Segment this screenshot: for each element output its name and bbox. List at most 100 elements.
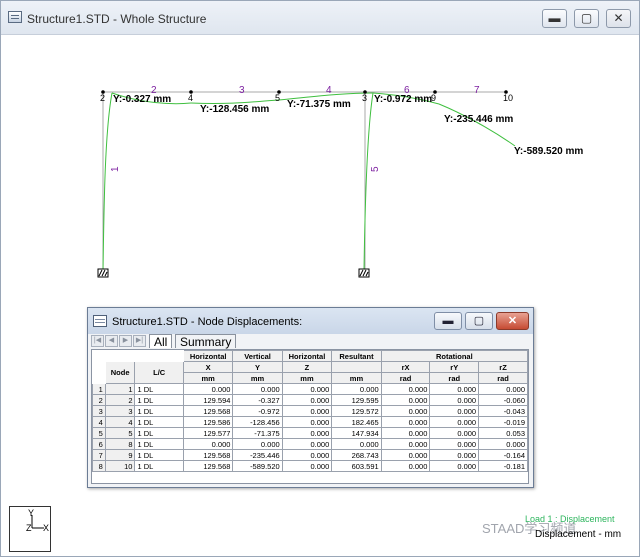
- cell-node[interactable]: 8: [104, 438, 136, 450]
- cell-lc[interactable]: 1 DL: [134, 438, 184, 450]
- cell-rz[interactable]: -0.060: [478, 394, 528, 406]
- cell-lc[interactable]: 1 DL: [134, 405, 184, 417]
- cell-ry[interactable]: 0.000: [429, 405, 480, 417]
- cell-x[interactable]: 129.586: [182, 416, 234, 428]
- column-header[interactable]: Y: [232, 361, 283, 373]
- cell-y[interactable]: 0.000: [232, 438, 283, 450]
- table-row[interactable]: 111 DL 0.000 0.000 0.000 0.000 0.000 0.000 0.00…: [92, 383, 528, 395]
- cell-lc[interactable]: 1 DL: [134, 427, 184, 439]
- cell-z[interactable]: 0.000: [281, 460, 333, 472]
- cell-res[interactable]: 0.000: [331, 383, 382, 395]
- cell-x[interactable]: 0.000: [182, 383, 234, 395]
- cell-z[interactable]: 0.000: [281, 405, 333, 417]
- cell-y[interactable]: -235.446: [232, 449, 283, 461]
- cell-node[interactable]: 5: [104, 427, 136, 439]
- cell-rz[interactable]: 0.000: [478, 383, 528, 395]
- cell-node[interactable]: 4: [104, 416, 136, 428]
- cell-lc[interactable]: 1 DL: [134, 394, 184, 406]
- cell-y[interactable]: -71.375: [232, 427, 283, 439]
- last-tab-icon[interactable]: ▶|: [133, 335, 146, 347]
- minimize-button[interactable]: ▬: [542, 9, 567, 28]
- column-header[interactable]: rX: [380, 361, 431, 373]
- cell-rx[interactable]: 0.000: [380, 449, 431, 461]
- cell-res[interactable]: 147.934: [331, 427, 382, 439]
- cell-x[interactable]: 0.000: [182, 438, 234, 450]
- sub-close-button[interactable]: ✕: [496, 312, 529, 330]
- sub-maximize-button[interactable]: ▢: [465, 312, 493, 330]
- table-row[interactable]: 441 DL 129.586 -128.456 0.000 182.465 0.000 0.…: [92, 416, 528, 428]
- node-displacements-window[interactable]: Structure1.STD - Node Displacements: ▬ ▢…: [87, 307, 534, 488]
- cell-res[interactable]: 268.743: [331, 449, 382, 461]
- cell-rz[interactable]: -0.043: [478, 405, 528, 417]
- tab-summary[interactable]: Summary: [175, 334, 237, 349]
- cell-z[interactable]: 0.000: [281, 416, 333, 428]
- cell-z[interactable]: 0.000: [281, 383, 333, 395]
- cell-y[interactable]: -0.972: [232, 405, 283, 417]
- cell-res[interactable]: 129.595: [331, 394, 382, 406]
- cell-ry[interactable]: 0.000: [429, 416, 480, 428]
- cell-ry[interactable]: 0.000: [429, 460, 480, 472]
- cell-rx[interactable]: 0.000: [380, 383, 431, 395]
- cell-rx[interactable]: 0.000: [380, 405, 431, 417]
- cell-node[interactable]: 10: [104, 460, 136, 472]
- cell-y[interactable]: -0.327: [232, 394, 283, 406]
- cell-rx[interactable]: 0.000: [380, 427, 431, 439]
- cell-res[interactable]: 603.591: [331, 460, 382, 472]
- cell-y[interactable]: -589.520: [232, 460, 283, 472]
- prev-tab-icon[interactable]: ◀: [105, 335, 118, 347]
- cell-rx[interactable]: 0.000: [380, 416, 431, 428]
- cell-z[interactable]: 0.000: [281, 427, 333, 439]
- table-row[interactable]: 681 DL 0.000 0.000 0.000 0.000 0.000 0.000 0.00…: [92, 438, 528, 450]
- cell-node[interactable]: 3: [104, 405, 136, 417]
- close-button[interactable]: ✕: [606, 9, 631, 28]
- cell-y[interactable]: 0.000: [232, 383, 283, 395]
- cell-x[interactable]: 129.577: [182, 427, 234, 439]
- cell-z[interactable]: 0.000: [281, 438, 333, 450]
- cell-rx[interactable]: 0.000: [380, 460, 431, 472]
- title-bar[interactable]: Structure1.STD - Whole Structure ▬ ▢ ✕: [1, 1, 639, 35]
- table-row[interactable]: 8 10 1 DL 129.568 -589.520 0.000 603.591 0.000 0…: [92, 460, 528, 472]
- table-row[interactable]: 221 DL 129.594 -0.327 0.000 129.595 0.000 0.00…: [92, 394, 528, 406]
- cell-ry[interactable]: 0.000: [429, 449, 480, 461]
- displacement-table[interactable]: Horizontal Vertical Horizontal Resultant…: [91, 349, 529, 484]
- cell-rx[interactable]: 0.000: [380, 394, 431, 406]
- cell-x[interactable]: 129.568: [182, 460, 234, 472]
- cell-node[interactable]: 2: [104, 394, 136, 406]
- cell-x[interactable]: 129.594: [182, 394, 234, 406]
- cell-z[interactable]: 0.000: [281, 449, 333, 461]
- sub-minimize-button[interactable]: ▬: [434, 312, 462, 330]
- sub-title-bar[interactable]: Structure1.STD - Node Displacements: ▬ ▢…: [88, 308, 533, 334]
- table-row[interactable]: 551 DL 129.577 -71.375 0.000 147.934 0.000 0.0…: [92, 427, 528, 439]
- cell-rz[interactable]: -0.181: [478, 460, 528, 472]
- cell-lc[interactable]: 1 DL: [134, 416, 184, 428]
- column-header[interactable]: rZ: [478, 361, 528, 373]
- cell-node[interactable]: 9: [104, 449, 136, 461]
- maximize-button[interactable]: ▢: [574, 9, 599, 28]
- cell-x[interactable]: 129.568: [182, 405, 234, 417]
- cell-lc[interactable]: 1 DL: [134, 460, 184, 472]
- column-header[interactable]: Node: [104, 361, 136, 384]
- cell-res[interactable]: 182.465: [331, 416, 382, 428]
- column-header[interactable]: rY: [429, 361, 480, 373]
- cell-rz[interactable]: 0.053: [478, 427, 528, 439]
- cell-lc[interactable]: 1 DL: [134, 449, 184, 461]
- cell-rx[interactable]: 0.000: [380, 438, 431, 450]
- cell-ry[interactable]: 0.000: [429, 438, 480, 450]
- cell-res[interactable]: 129.572: [331, 405, 382, 417]
- cell-rz[interactable]: 0.000: [478, 438, 528, 450]
- cell-rz[interactable]: -0.164: [478, 449, 528, 461]
- table-row[interactable]: 791 DL 129.568 -235.446 0.000 268.743 0.000 0.…: [92, 449, 528, 461]
- tab-all[interactable]: All: [149, 334, 173, 349]
- cell-z[interactable]: 0.000: [281, 394, 333, 406]
- table-row[interactable]: 331 DL 129.568 -0.972 0.000 129.572 0.000 0.00…: [92, 405, 528, 417]
- column-header[interactable]: L/C: [134, 361, 184, 384]
- column-header[interactable]: [331, 361, 382, 373]
- cell-rz[interactable]: -0.019: [478, 416, 528, 428]
- cell-ry[interactable]: 0.000: [429, 394, 480, 406]
- cell-node[interactable]: 1: [104, 383, 136, 395]
- column-header[interactable]: X: [182, 361, 234, 373]
- first-tab-icon[interactable]: |◀: [91, 335, 104, 347]
- cell-x[interactable]: 129.568: [182, 449, 234, 461]
- column-header[interactable]: Z: [281, 361, 333, 373]
- next-tab-icon[interactable]: ▶: [119, 335, 132, 347]
